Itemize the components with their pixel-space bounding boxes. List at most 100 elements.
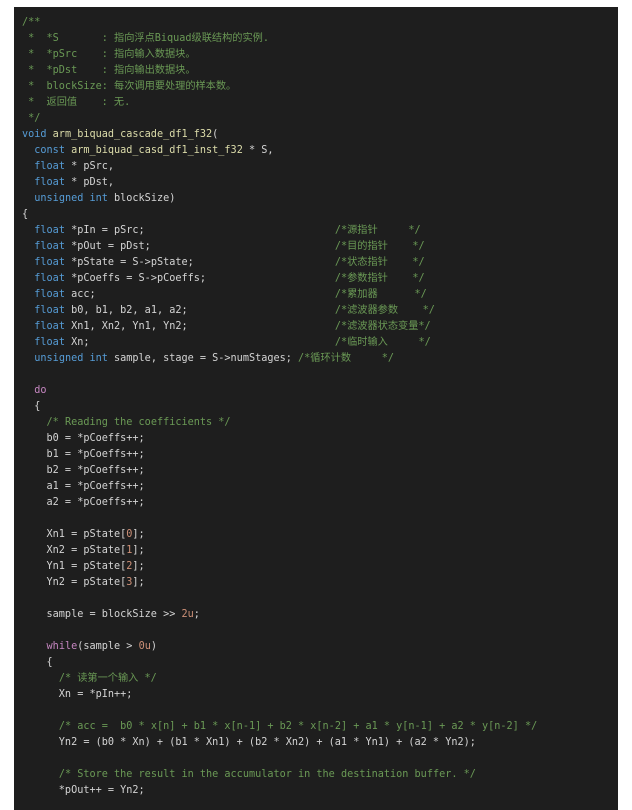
code-token: /*临时输入 */ bbox=[334, 337, 431, 348]
code-token: void bbox=[22, 129, 53, 140]
code-line: Yn1 = pState[2]; bbox=[22, 559, 537, 575]
code-line: * *pDst : 指向输出数据块。 bbox=[22, 63, 537, 79]
code-token: sample, stage = S->numStages; bbox=[114, 353, 299, 364]
code-line: /* Reading the coefficients */ bbox=[22, 415, 537, 431]
code-token: float bbox=[34, 289, 65, 300]
code-token: float bbox=[34, 225, 65, 236]
code-line: b1 = *pCoeffs++; bbox=[22, 447, 537, 463]
code-token: float bbox=[34, 241, 65, 252]
code-line: b2 = *pCoeffs++; bbox=[22, 463, 537, 479]
code-token: float bbox=[34, 337, 65, 348]
code-token: /*源指针 */ bbox=[334, 225, 421, 236]
code-token: * pSrc, bbox=[64, 161, 115, 172]
code-token: Xn1, Xn2, Yn1, Yn2; bbox=[64, 321, 335, 332]
code-token: * blockSize: 每次调用要处理的样本数。 bbox=[22, 81, 237, 92]
code-line: float *pState = S->pState; /*状态指针 */ bbox=[22, 255, 537, 271]
code-line: unsigned int sample, stage = S->numStage… bbox=[22, 351, 537, 367]
code-token: arm_biquad_cascade_df1_f32 bbox=[52, 129, 213, 140]
code-token: 2u bbox=[181, 609, 194, 620]
code-line: float Xn; /*临时输入 */ bbox=[22, 335, 537, 351]
code-line: * blockSize: 每次调用要处理的样本数。 bbox=[22, 79, 537, 95]
code-token: Xn2 = pState[ bbox=[22, 545, 127, 556]
code-token: b0, b1, b2, a1, a2; bbox=[64, 305, 335, 316]
code-token: /*状态指针 */ bbox=[334, 257, 425, 268]
code-line: unsigned int blockSize) bbox=[22, 191, 537, 207]
code-token: unsigned int bbox=[34, 353, 115, 364]
code-token: *pOut++ = Yn2; bbox=[22, 785, 145, 796]
code-token: Yn2 = pState[ bbox=[22, 577, 127, 588]
code-token: a2 = *pCoeffs++; bbox=[22, 497, 145, 508]
code-token: ; bbox=[193, 609, 200, 620]
code-token: /* Store the result in the accumulator i… bbox=[58, 769, 476, 780]
code-line: Xn = *pIn++; bbox=[22, 687, 537, 703]
code-token: Yn2 = (b0 * Xn) + (b1 * Xn1) + (b2 * Xn2… bbox=[22, 737, 476, 748]
code-token: *pState = S->pState; bbox=[64, 257, 335, 268]
code-line: sample = blockSize >> 2u; bbox=[22, 607, 537, 623]
code-token: acc; bbox=[64, 289, 335, 300]
code-line: Yn2 = pState[3]; bbox=[22, 575, 537, 591]
code-line: a2 = *pCoeffs++; bbox=[22, 495, 537, 511]
code-line: float b0, b1, b2, a1, a2; /*滤波器参数 */ bbox=[22, 303, 537, 319]
code-line: float *pOut = pDst; /*目的指针 */ bbox=[22, 239, 537, 255]
code-token: b0 = *pCoeffs++; bbox=[22, 433, 145, 444]
code-line: { bbox=[22, 399, 537, 415]
code-line: /* 读第一个输入 */ bbox=[22, 671, 537, 687]
code-token: do bbox=[34, 385, 47, 396]
code-token: float bbox=[34, 321, 65, 332]
code-token: /* 读第一个输入 */ bbox=[58, 673, 157, 684]
code-token: *pOut = pDst; bbox=[64, 241, 335, 252]
code-token: sample = blockSize >> bbox=[22, 609, 182, 620]
code-token: blockSize) bbox=[114, 193, 176, 204]
code-token: /* acc = b0 * x[n] + b1 * x[n-1] + b2 * … bbox=[58, 721, 538, 732]
code-token: b2 = *pCoeffs++; bbox=[22, 465, 145, 476]
code-token: 0u bbox=[138, 641, 151, 652]
code-line: * *S : 指向浮点Biquad级联结构的实例. bbox=[22, 31, 537, 47]
code-line: float *pCoeffs = S->pCoeffs; /*参数指针 */ bbox=[22, 271, 537, 287]
code-token: *pIn = pSrc; bbox=[64, 225, 335, 236]
code-token: Yn1 = pState[ bbox=[22, 561, 127, 572]
code-token: { bbox=[22, 401, 41, 412]
code-token: * S, bbox=[242, 145, 274, 156]
code-line: /* Store the result in the accumulator i… bbox=[22, 767, 537, 783]
code-token: ]; bbox=[132, 545, 145, 556]
code-line: { bbox=[22, 655, 537, 671]
code-token: { bbox=[22, 657, 53, 668]
code-line: const arm_biquad_casd_df1_inst_f32 * S, bbox=[22, 143, 537, 159]
code-line: float * pSrc, bbox=[22, 159, 537, 175]
code-token: float bbox=[34, 257, 65, 268]
code-line: a1 = *pCoeffs++; bbox=[22, 479, 537, 495]
code-token: float bbox=[34, 273, 65, 284]
code-block: /** * *S : 指向浮点Biquad级联结构的实例. * *pSrc : … bbox=[22, 15, 537, 799]
code-line: /* acc = b0 * x[n] + b1 * x[n-1] + b2 * … bbox=[22, 719, 537, 735]
code-line: do bbox=[22, 383, 537, 399]
code-line: while(sample > 0u) bbox=[22, 639, 537, 655]
code-editor[interactable]: /** * *S : 指向浮点Biquad级联结构的实例. * *pSrc : … bbox=[14, 7, 618, 810]
code-token: { bbox=[22, 209, 29, 220]
code-line: Xn1 = pState[0]; bbox=[22, 527, 537, 543]
code-line: /** bbox=[22, 15, 537, 31]
code-token: b1 = *pCoeffs++; bbox=[22, 449, 145, 460]
code-line: float *pIn = pSrc; /*源指针 */ bbox=[22, 223, 537, 239]
code-line: */ bbox=[22, 111, 537, 127]
code-token: */ bbox=[22, 113, 41, 124]
code-line: float * pDst, bbox=[22, 175, 537, 191]
code-token: /*滤波器状态变量*/ bbox=[334, 321, 431, 332]
code-token: arm_biquad_casd_df1_inst_f32 bbox=[71, 145, 243, 156]
